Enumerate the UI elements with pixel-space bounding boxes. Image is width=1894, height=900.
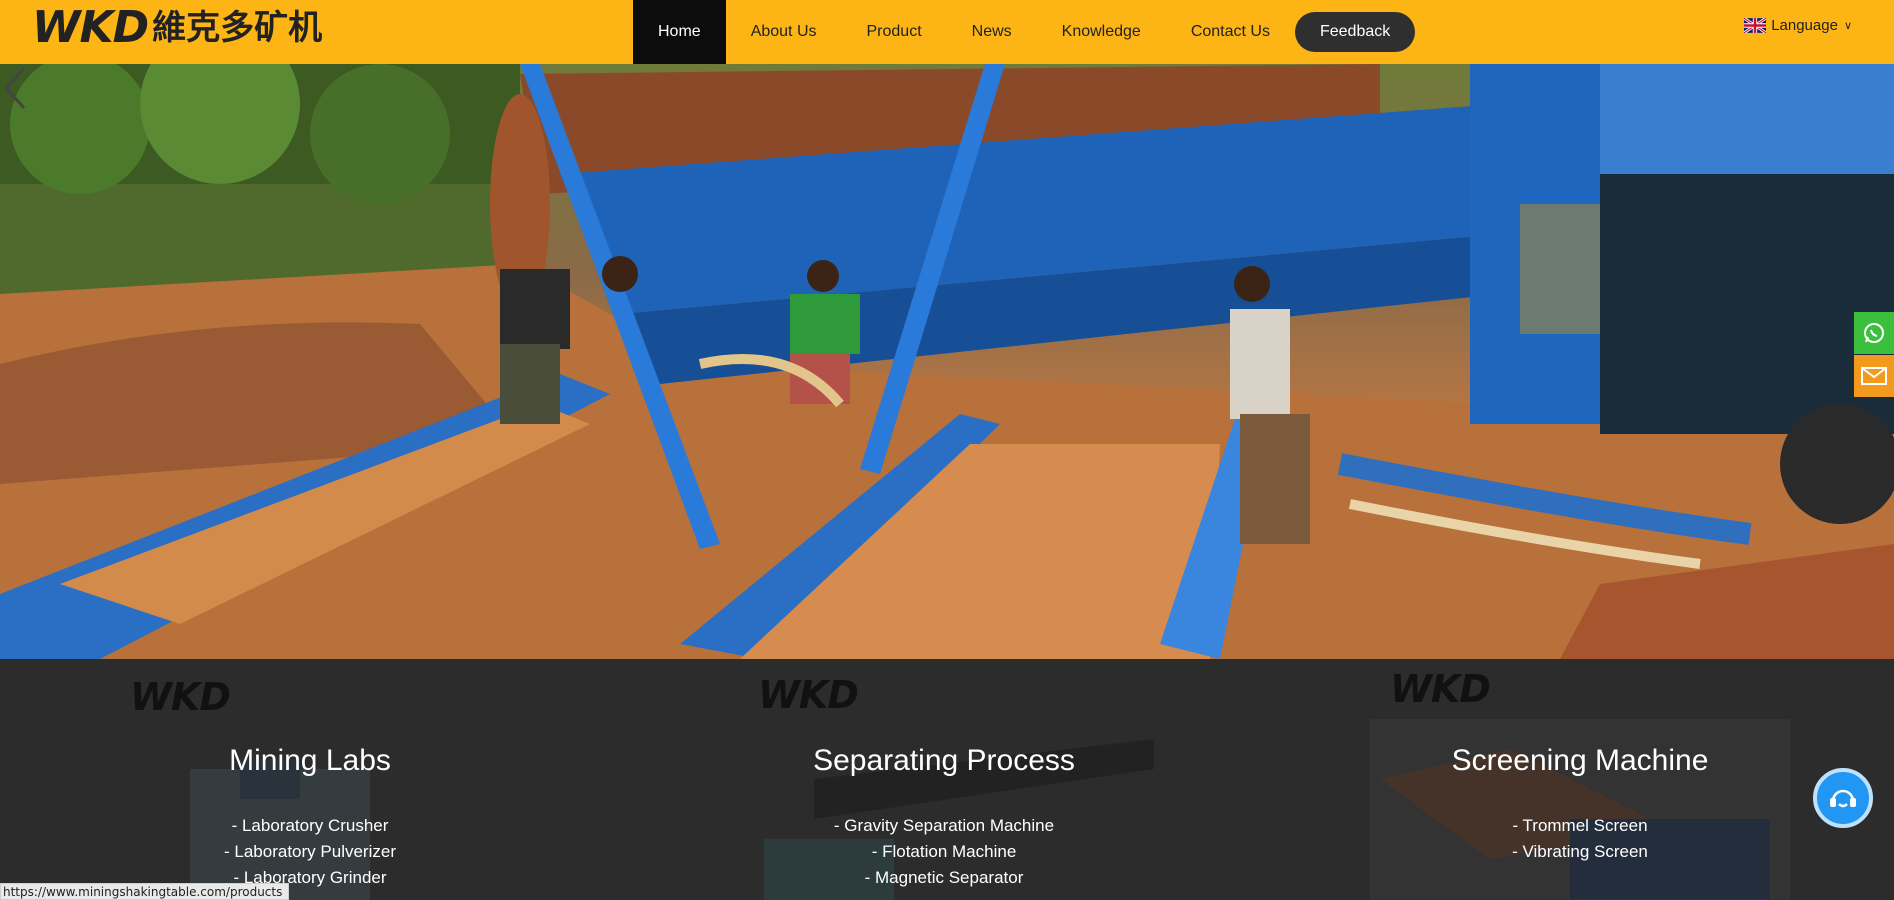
nav-home[interactable]: Home [633,0,726,64]
category-item-list: - Laboratory Crusher - Laboratory Pulver… [130,813,490,891]
whatsapp-button[interactable] [1854,312,1894,354]
logo-chinese-text: 維克多矿机 [152,8,323,48]
category-title[interactable]: Separating Process [754,744,1134,778]
category-link-gravity-separation-machine[interactable]: - Gravity Separation Machine [754,813,1134,839]
nav-product[interactable]: Product [842,0,947,64]
category-title[interactable]: Screening Machine [1370,744,1790,778]
category-title[interactable]: Mining Labs [130,744,490,778]
nav-news[interactable]: News [947,0,1037,64]
category-logo: WKD [758,673,859,717]
hero-image [0,64,1894,659]
live-chat-button[interactable] [1813,768,1873,828]
slider-prev-arrow-icon[interactable] [0,64,30,112]
chat-icon [1830,789,1856,808]
category-link-magnetic-separator[interactable]: - Magnetic Separator [754,865,1134,891]
whatsapp-icon [1864,323,1884,343]
nav-about-us[interactable]: About Us [726,0,842,64]
category-item-list: - Gravity Separation Machine - Flotation… [754,813,1134,891]
logo-wkd-text: WKD [32,2,149,53]
category-logo: WKD [1390,667,1491,711]
chevron-down-icon: ∨ [1843,20,1852,32]
mail-icon [1861,367,1887,385]
browser-status-url: https://www.miningshakingtable.com/produ… [0,883,290,900]
category-screening-machine[interactable]: WKD Screening Machine - Trommel Screen -… [1370,659,1790,900]
category-item-list: - Trommel Screen - Vibrating Screen [1370,813,1790,865]
category-logo: WKD [130,675,231,719]
uk-flag-icon [1744,18,1767,33]
nav-contact-us[interactable]: Contact Us [1166,0,1295,64]
language-selector[interactable]: Language ∨ [1744,17,1852,34]
category-link-laboratory-crusher[interactable]: - Laboratory Crusher [130,813,490,839]
category-mining-labs[interactable]: WKD Mining Labs - Laboratory Crusher - L… [130,659,490,900]
category-link-trommel-screen[interactable]: - Trommel Screen [1370,813,1790,839]
category-link-flotation-machine[interactable]: - Flotation Machine [754,839,1134,865]
site-header: WKD 維克多矿机 Home About Us Product News Kno… [0,0,1894,64]
hero-slider [0,64,1894,659]
category-link-vibrating-screen[interactable]: - Vibrating Screen [1370,839,1790,865]
feedback-button[interactable]: Feedback [1294,12,1416,52]
main-nav: Home About Us Product News Knowledge Con… [633,0,1416,64]
email-button[interactable] [1854,355,1894,397]
category-separating-process[interactable]: WKD Separating Process - Gravity Separat… [754,659,1154,900]
category-section: WKD Mining Labs - Laboratory Crusher - L… [0,659,1894,900]
site-logo[interactable]: WKD 維克多矿机 [32,6,322,50]
nav-knowledge[interactable]: Knowledge [1037,0,1166,64]
language-label: Language [1771,17,1838,34]
category-link-laboratory-pulverizer[interactable]: - Laboratory Pulverizer [130,839,490,865]
